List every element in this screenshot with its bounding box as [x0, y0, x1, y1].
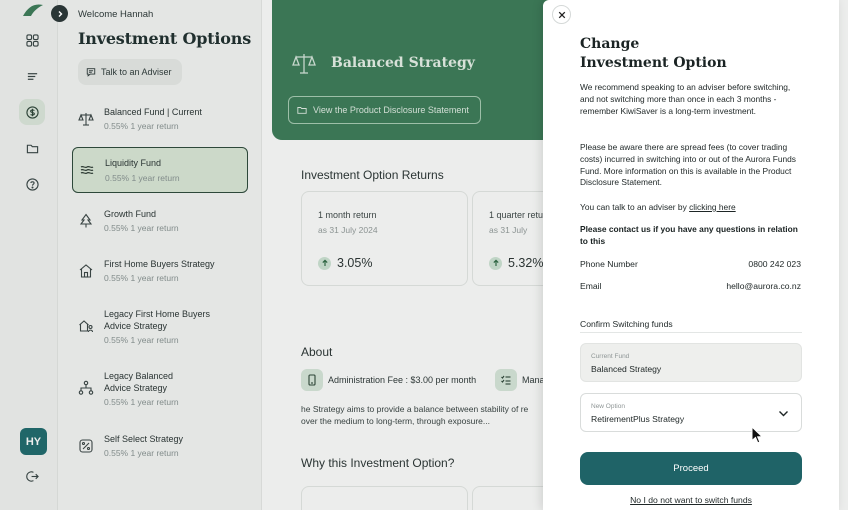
phone-value[interactable]: 0800 242 023	[748, 259, 801, 269]
drawer-title: Change Investment Option	[580, 35, 727, 72]
divider	[580, 332, 802, 333]
adviser-paragraph: You can talk to an adviser by clicking h…	[580, 202, 804, 214]
new-option-select[interactable]: New Option RetirementPlus Strategy	[580, 393, 802, 432]
confirm-heading: Confirm Switching funds	[580, 319, 673, 329]
new-option-value: RetirementPlus Strategy	[591, 414, 685, 424]
new-option-label: New Option	[591, 403, 625, 410]
email-label: Email	[580, 281, 602, 291]
collapse-sidebar-button[interactable]	[51, 5, 68, 22]
email-value[interactable]: hello@aurora.co.nz	[726, 281, 801, 291]
close-icon	[558, 11, 565, 18]
current-fund-field: Current Fund Balanced Strategy	[580, 343, 802, 382]
current-fund-value: Balanced Strategy	[591, 364, 662, 374]
proceed-button[interactable]: Proceed	[580, 452, 802, 485]
current-fund-label: Current Fund	[591, 353, 630, 360]
fees-paragraph: Please be aware there are spread fees (t…	[580, 142, 796, 188]
change-option-drawer: Change Investment Option We recommend sp…	[543, 0, 839, 510]
chevron-right-icon	[58, 10, 62, 17]
drawer-title-line-1: Change	[580, 36, 640, 52]
close-button[interactable]	[552, 5, 571, 24]
advice-paragraph: We recommend speaking to an adviser befo…	[580, 82, 791, 116]
drawer-title-line-2: Investment Option	[580, 54, 727, 71]
phone-label: Phone Number	[580, 259, 638, 269]
adviser-prefix: You can talk to an adviser by	[580, 202, 690, 212]
chevron-down-icon	[779, 411, 788, 417]
mouse-cursor-icon	[751, 426, 763, 444]
adviser-link[interactable]: clicking here	[689, 202, 736, 212]
contact-heading: Please contact us if you have any questi…	[580, 224, 798, 246]
decline-switch-link[interactable]: No I do not want to switch funds	[580, 495, 802, 505]
